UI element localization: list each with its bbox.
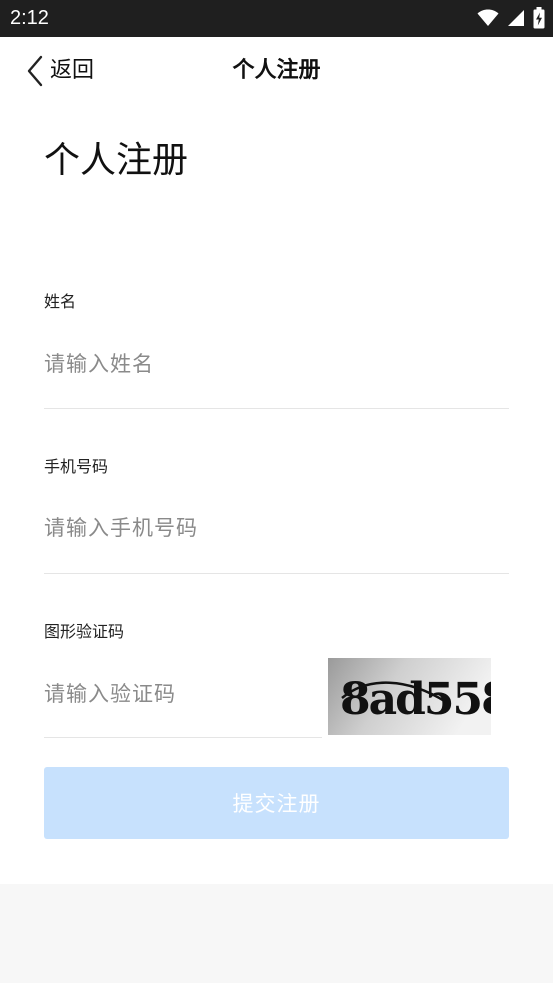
wifi-icon xyxy=(477,9,499,26)
status-time: 2:12 xyxy=(10,7,49,29)
registration-screen: 返回 个人注册 个人注册 姓名 手机号码 图形验证码 8ad558 提交注册 xyxy=(0,37,553,884)
navigation-bar: 返回 个人注册 xyxy=(0,37,553,103)
phone-divider xyxy=(44,573,509,574)
battery-charging-icon xyxy=(533,7,545,29)
name-divider xyxy=(44,408,509,409)
name-label: 姓名 xyxy=(44,292,77,311)
status-bar: 2:12 xyxy=(0,0,553,37)
signal-icon xyxy=(508,10,524,26)
captcha-input[interactable] xyxy=(44,669,320,719)
submit-button[interactable]: 提交注册 xyxy=(44,767,509,839)
captcha-divider xyxy=(44,737,322,738)
captcha-text: 8ad558 xyxy=(340,674,491,725)
status-icons xyxy=(477,7,545,29)
captcha-label: 图形验证码 xyxy=(44,622,125,641)
phone-label: 手机号码 xyxy=(44,457,109,476)
captcha-image[interactable]: 8ad558 xyxy=(328,658,491,735)
name-input[interactable] xyxy=(44,339,509,389)
phone-input[interactable] xyxy=(44,503,509,553)
nav-title: 个人注册 xyxy=(232,58,321,83)
page-title: 个人注册 xyxy=(44,140,189,181)
